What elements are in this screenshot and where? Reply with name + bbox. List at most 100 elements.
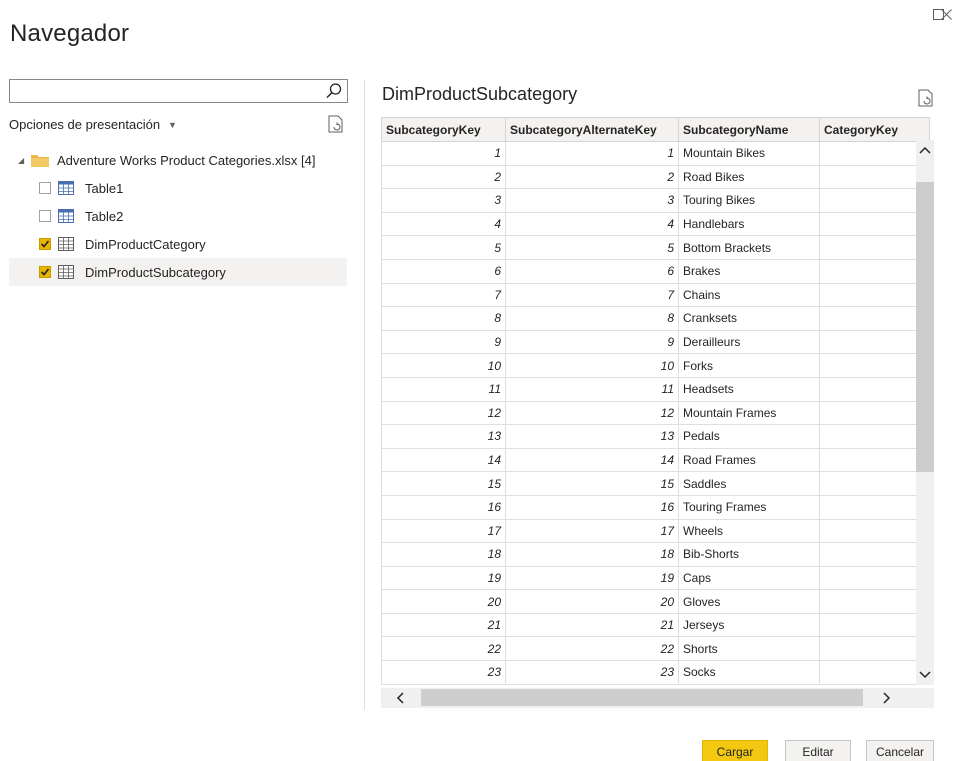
tree-item-table2[interactable]: Table2 xyxy=(9,202,347,230)
table-cell: 3 xyxy=(505,188,679,213)
table-cell: 18 xyxy=(505,542,679,567)
table-row: 17 17 Wheels xyxy=(381,518,930,544)
search-icon[interactable] xyxy=(325,82,343,100)
table-cell: Road Frames xyxy=(678,447,820,473)
table-cell: 16 xyxy=(381,494,506,520)
scroll-down-button[interactable] xyxy=(916,665,934,685)
table-cell xyxy=(819,494,930,520)
table-row: 2 2 Road Bikes xyxy=(381,164,930,190)
table-cell: 8 xyxy=(505,306,679,331)
column-header[interactable]: SubcategoryAlternateKey xyxy=(505,117,679,142)
table-cell: Chains xyxy=(678,282,820,308)
pane-divider xyxy=(364,80,365,710)
table-row: 16 16 Touring Frames xyxy=(381,494,930,520)
horizontal-scrollbar[interactable] xyxy=(381,688,934,708)
table-row: 21 21 Jerseys xyxy=(381,612,930,638)
dimproductsubcategory-checkbox[interactable] xyxy=(39,266,51,278)
table-cell: 23 xyxy=(505,660,679,685)
table-cell: 14 xyxy=(381,447,506,473)
table-cell: 22 xyxy=(505,636,679,662)
chevron-down-icon xyxy=(919,671,931,679)
table-cell: 10 xyxy=(381,353,506,378)
dimproductcategory-checkbox[interactable] xyxy=(39,238,51,250)
table-cell: Wheels xyxy=(678,518,820,544)
table-cell: Touring Frames xyxy=(678,494,820,520)
table-cell: 1 xyxy=(381,141,506,166)
table-cell: Derailleurs xyxy=(678,329,820,355)
tree-item-dimproductcategory[interactable]: DimProductCategory xyxy=(9,230,347,258)
scroll-right-button[interactable] xyxy=(876,688,898,708)
table-row: 13 13 Pedals xyxy=(381,424,930,449)
table-row: 4 4 Handlebars xyxy=(381,211,930,237)
refresh-icon[interactable] xyxy=(918,89,934,107)
table-row: 12 12 Mountain Frames xyxy=(381,400,930,426)
table1-checkbox[interactable] xyxy=(39,182,51,194)
edit-button[interactable]: Editar xyxy=(785,740,851,761)
table-cell: Road Bikes xyxy=(678,164,820,190)
table-cell: 2 xyxy=(381,164,506,190)
table-cell: 8 xyxy=(381,306,506,331)
table-cell xyxy=(819,235,930,260)
vertical-scrollbar[interactable] xyxy=(916,140,934,685)
table-cell: Mountain Bikes xyxy=(678,141,820,166)
table-cell xyxy=(819,353,930,378)
table-cell xyxy=(819,188,930,213)
table-cell xyxy=(819,329,930,355)
tree-item-dimproductsubcategory[interactable]: DimProductSubcategory xyxy=(9,258,347,286)
table-cell xyxy=(819,612,930,638)
table-row: 8 8 Cranksets xyxy=(381,306,930,331)
table-cell: 20 xyxy=(505,589,679,614)
table-cell: Headsets xyxy=(678,376,820,402)
table2-checkbox[interactable] xyxy=(39,210,51,222)
table-cell: Touring Bikes xyxy=(678,188,820,213)
table-cell: 10 xyxy=(505,353,679,378)
horizontal-scroll-thumb[interactable] xyxy=(421,689,863,706)
column-header[interactable]: CategoryKey xyxy=(819,117,930,142)
chevron-right-icon xyxy=(883,692,891,704)
table-cell: Saddles xyxy=(678,471,820,496)
table-cell xyxy=(819,282,930,308)
folder-icon xyxy=(31,155,49,167)
table-row: 3 3 Touring Bikes xyxy=(381,188,930,213)
scroll-left-button[interactable] xyxy=(389,688,411,708)
table-cell: 17 xyxy=(381,518,506,544)
table-cell: 21 xyxy=(381,612,506,638)
vertical-scroll-thumb[interactable] xyxy=(916,182,934,472)
table-cell: 5 xyxy=(505,235,679,260)
table-cell xyxy=(819,589,930,614)
load-button[interactable]: Cargar xyxy=(702,740,768,761)
table-cell xyxy=(819,447,930,473)
column-header[interactable]: SubcategoryKey xyxy=(381,117,506,142)
table-cell: 11 xyxy=(505,376,679,402)
table-cell: Shorts xyxy=(678,636,820,662)
table-cell: 20 xyxy=(381,589,506,614)
tree-item-label: DimProductSubcategory xyxy=(85,264,226,280)
tree-item-table1[interactable]: Table1 xyxy=(9,174,347,202)
table-cell xyxy=(819,471,930,496)
tree-item-label: Table1 xyxy=(85,180,124,196)
table-row: 5 5 Bottom Brackets xyxy=(381,235,930,260)
preview-title: DimProductSubcategory xyxy=(382,84,578,104)
column-header[interactable]: SubcategoryName xyxy=(678,117,820,142)
display-options-dropdown[interactable]: Opciones de presentación ▼ xyxy=(9,117,177,132)
table-cell: 9 xyxy=(381,329,506,355)
search-input[interactable] xyxy=(10,80,320,102)
scroll-up-button[interactable] xyxy=(916,140,934,160)
refresh-icon[interactable] xyxy=(328,115,344,133)
table-cell: Mountain Frames xyxy=(678,400,820,426)
table-cell xyxy=(819,424,930,449)
close-icon xyxy=(940,8,952,20)
cancel-button[interactable]: Cancelar xyxy=(866,740,934,761)
expand-icon[interactable]: ◢ xyxy=(18,156,28,165)
tree-root[interactable]: ◢ Adventure Works Product Categories.xls… xyxy=(9,146,347,174)
table-cell: 1 xyxy=(505,141,679,166)
table-row: 23 23 Socks xyxy=(381,660,930,685)
table-cell: 4 xyxy=(505,211,679,237)
table-row: 7 7 Chains xyxy=(381,282,930,308)
close-button[interactable] xyxy=(936,4,954,24)
table-cell: Jerseys xyxy=(678,612,820,638)
search-box[interactable] xyxy=(9,79,348,103)
checkmark-icon xyxy=(40,268,50,276)
table-cell: 4 xyxy=(381,211,506,237)
chevron-up-icon xyxy=(919,146,931,154)
